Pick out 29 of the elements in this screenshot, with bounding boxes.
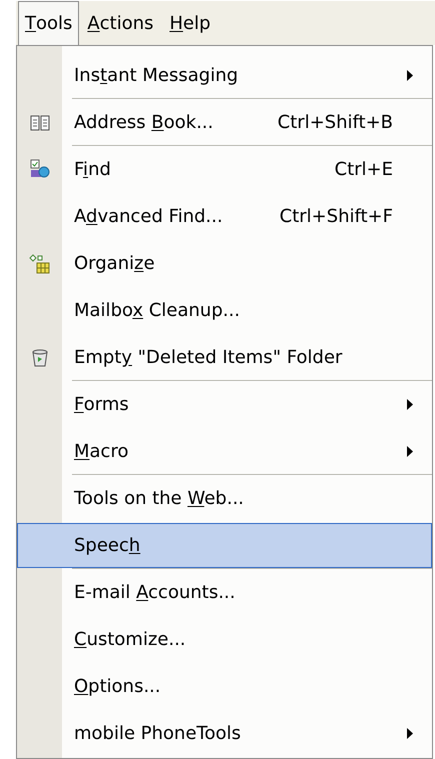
menu-item[interactable]: Instant Messaging — [17, 53, 432, 100]
menu-bar-item[interactable]: Tools — [18, 1, 80, 45]
trash-bin-icon — [31, 348, 49, 368]
menu-item[interactable]: Customize... — [17, 617, 432, 664]
menu-item[interactable]: Options... — [17, 664, 432, 711]
find-icon — [29, 158, 51, 180]
menu-bar-item[interactable]: Help — [162, 1, 219, 45]
menu-item[interactable]: E-mail Accounts... — [17, 570, 432, 617]
menu-bar-item[interactable]: Actions — [79, 1, 162, 45]
shortcut-text: Ctrl+E — [334, 158, 394, 182]
organize-icon — [29, 254, 51, 274]
submenu-arrow-icon — [407, 446, 413, 457]
shortcut-text: Ctrl+Shift+F — [280, 205, 394, 229]
menu-item[interactable]: Advanced Find... Ctrl+Shift+F — [17, 194, 432, 241]
menu-item[interactable]: Macro — [17, 429, 432, 476]
book-icon — [30, 114, 50, 132]
menu-item[interactable]: Address Book... Ctrl+Shift+B — [17, 100, 432, 147]
submenu-arrow-icon — [407, 728, 413, 739]
submenu-arrow-icon — [407, 399, 413, 410]
menu-item[interactable]: Tools on the Web... — [17, 476, 432, 523]
menu-item[interactable]: Find Ctrl+E — [17, 147, 432, 194]
menu-item[interactable]: Empty "Deleted Items" Folder — [17, 335, 432, 382]
menu-item[interactable]: Speech — [17, 523, 432, 570]
menu-item[interactable]: mobile PhoneTools — [17, 711, 432, 758]
shortcut-text: Ctrl+Shift+B — [278, 111, 394, 135]
menu-item[interactable]: Mailbox Cleanup... — [17, 288, 432, 335]
menu-item[interactable]: Organize — [17, 241, 432, 288]
menu-item[interactable]: Forms — [17, 382, 432, 429]
submenu-arrow-icon — [407, 70, 413, 81]
